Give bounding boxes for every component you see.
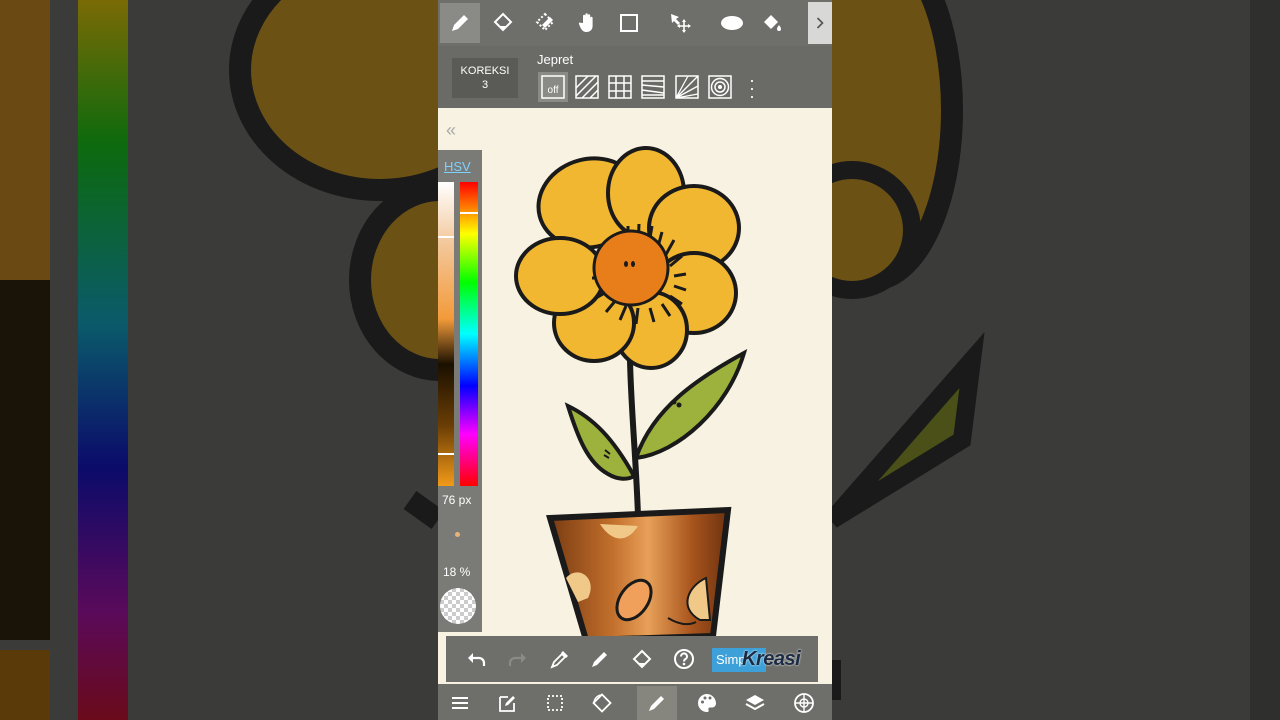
redo-icon [508,653,526,666]
help-icon [674,649,694,669]
snap-perspective-button[interactable] [672,72,702,102]
sv-slider-marker [438,236,454,238]
edit-button[interactable] [487,686,527,720]
rotate-canvas-button[interactable] [582,686,622,720]
palette-icon [698,694,716,712]
quick-eraser-button[interactable] [626,643,658,675]
color-panel: HSV 76 px 18 % [438,150,482,632]
ellipse-tool-button[interactable] [712,3,752,43]
selection-icon [547,695,563,711]
eraser-icon [493,12,513,32]
rotate-canvas-icon [592,693,612,713]
hand-icon [578,13,593,32]
undo-icon [468,653,486,666]
eyedropper-button[interactable] [544,643,576,675]
snap-grid-button[interactable] [605,72,635,102]
eyedropper-icon [550,651,568,669]
layers-icon [745,695,765,711]
redo-button[interactable] [502,643,534,675]
selection-button[interactable] [535,686,575,720]
snap-off-icon: off [541,75,565,99]
brush-size-value[interactable]: 76 px [442,493,471,507]
brush-button[interactable] [637,686,677,720]
flower-artwork [514,146,748,644]
selection-eraser-icon [535,12,555,32]
snap-horizontal-button[interactable] [638,72,668,102]
blurred-artwork-left [0,0,438,720]
blurred-artwork-right [832,0,1280,720]
ellipse-icon [721,16,743,30]
pen-icon [452,15,468,31]
chevron-right-icon [816,17,824,29]
quick-pen-button[interactable] [584,643,616,675]
pen-icon [592,652,607,667]
snap-circle-icon [708,75,732,99]
sv-slider-marker-2 [438,453,454,455]
selection-eraser-button[interactable] [525,3,565,43]
background-blur-left [0,0,438,720]
snap-off-text: off [548,85,559,96]
material-icon [794,693,814,713]
snap-horizontal-icon [641,75,665,99]
toolbar-scroll-right-button[interactable] [808,2,832,44]
pen-tool-button[interactable] [440,3,480,43]
eraser-tool-button[interactable] [483,3,523,43]
eraser-icon [632,649,652,669]
help-button[interactable] [668,643,700,675]
move-tool-button[interactable] [660,3,700,43]
fill-bucket-tool-button[interactable] [752,3,792,43]
snap-grid-icon [608,75,632,99]
menu-button[interactable] [440,686,480,720]
snap-circle-button[interactable] [705,72,735,102]
brush-icon [649,696,664,711]
rectangle-tool-button[interactable] [609,3,649,43]
hue-slider[interactable] [460,182,478,486]
flower-center [592,229,670,307]
app-screen: KOREKSI 3 Jepret off · · · « HSV 76 px 1… [438,0,832,720]
edit-icon [499,696,515,712]
correction-label: KOREKSI [460,65,510,77]
snap-parallel-button[interactable] [572,72,602,102]
menu-icon [452,697,468,709]
fill-bucket-icon [764,15,781,31]
brush-preview-dot [455,532,460,537]
background-blur-right [832,0,1280,720]
bottom-navigation-bar [438,684,832,720]
hand-tool-button[interactable] [568,3,608,43]
more-options-icon[interactable]: · · · [746,71,758,105]
snap-perspective-icon [675,75,699,99]
move-icon [671,14,691,33]
correction-button[interactable]: KOREKSI 3 [452,58,518,98]
quick-action-bar: Simp Kreasi [446,636,818,682]
hue-slider-marker [460,212,478,214]
collapse-panel-icon[interactable]: « [446,120,456,141]
kreasi-watermark: Kreasi [742,648,801,670]
stem [627,359,641,517]
snap-label: Jepret [537,52,574,67]
hsv-mode-link[interactable]: HSV [444,159,471,174]
rectangle-icon [620,14,638,32]
opacity-value[interactable]: 18 % [443,565,470,579]
tool-options-bar: KOREKSI 3 Jepret off · · · [438,46,832,108]
palette-button[interactable] [687,686,727,720]
transparent-color-swatch[interactable] [440,588,476,624]
material-button[interactable] [784,686,824,720]
correction-value: 3 [481,79,489,91]
top-toolbar [438,0,832,46]
snap-parallel-icon [575,75,599,99]
leaf-left [564,402,637,481]
undo-button[interactable] [460,643,492,675]
saturation-value-slider[interactable] [438,182,454,486]
snap-off-button[interactable]: off [538,72,568,102]
layers-button[interactable] [735,686,775,720]
